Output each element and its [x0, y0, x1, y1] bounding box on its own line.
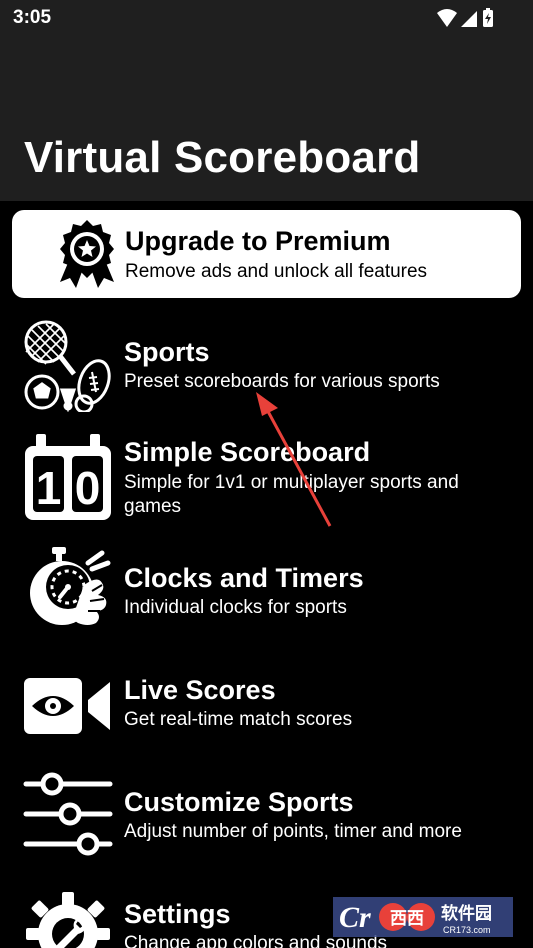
- video-camera-icon: [24, 678, 110, 734]
- scoreboard-icon: 1 0: [25, 434, 111, 520]
- sliders-icon: [23, 772, 113, 856]
- status-icons: [437, 8, 493, 27]
- premium-subtitle: Remove ads and unlock all features: [125, 261, 428, 282]
- status-bar: 3:05: [0, 0, 533, 38]
- battery-charging-icon: [483, 8, 493, 27]
- upgrade-premium-card[interactable]: Upgrade to Premium Remove ads and unlock…: [12, 210, 521, 298]
- watermark-brand: 西西: [390, 909, 424, 929]
- live-scores-title: Live Scores: [124, 675, 276, 705]
- status-time: 3:05: [13, 7, 52, 28]
- watermark-logo: Cr 西西 软件园 CR173.com: [333, 897, 513, 937]
- menu-item-live-scores[interactable]: Live Scores Get real-time match scores: [0, 660, 533, 756]
- scoreboard-digit-left: 1: [36, 462, 62, 514]
- signal-icon: [461, 11, 477, 27]
- watermark-cn-text: 软件园: [441, 903, 492, 924]
- customize-sports-subtitle: Adjust number of points, timer and more: [124, 821, 462, 842]
- menu-item-sports[interactable]: Sports Preset scoreboards for various sp…: [0, 318, 533, 414]
- menu-item-customize-sports[interactable]: Customize Sports Adjust number of points…: [0, 772, 533, 868]
- award-ribbon-icon: [60, 220, 114, 288]
- sports-subtitle: Preset scoreboards for various sports: [124, 371, 440, 392]
- live-scores-subtitle: Get real-time match scores: [124, 709, 353, 730]
- stopwatch-hand-icon: [30, 547, 111, 625]
- app-header: Virtual Scoreboard: [0, 38, 533, 201]
- sports-title: Sports: [124, 337, 210, 367]
- watermark-url: CR173.com: [443, 925, 491, 935]
- app-title: Virtual Scoreboard: [24, 133, 421, 182]
- gear-wrench-icon: [26, 892, 110, 948]
- clocks-timers-title: Clocks and Timers: [124, 563, 364, 593]
- settings-title: Settings: [124, 899, 231, 929]
- wifi-icon: [437, 9, 457, 27]
- clocks-timers-subtitle: Individual clocks for sports: [124, 597, 347, 618]
- watermark-logo-text: Cr: [339, 901, 371, 934]
- sports-equipment-icon: [24, 320, 111, 412]
- simple-scoreboard-subtitle: Simple for 1v1 or multiplayer sports and…: [124, 472, 459, 517]
- menu-item-clocks-timers[interactable]: Clocks and Timers Individual clocks for …: [0, 545, 533, 645]
- scoreboard-digit-right: 0: [75, 462, 101, 514]
- simple-scoreboard-title: Simple Scoreboard: [124, 437, 371, 467]
- menu-item-simple-scoreboard[interactable]: 1 0 Simple Scoreboard Simple for 1v1 or …: [0, 428, 533, 528]
- customize-sports-title: Customize Sports: [124, 787, 354, 817]
- premium-title: Upgrade to Premium: [125, 226, 391, 256]
